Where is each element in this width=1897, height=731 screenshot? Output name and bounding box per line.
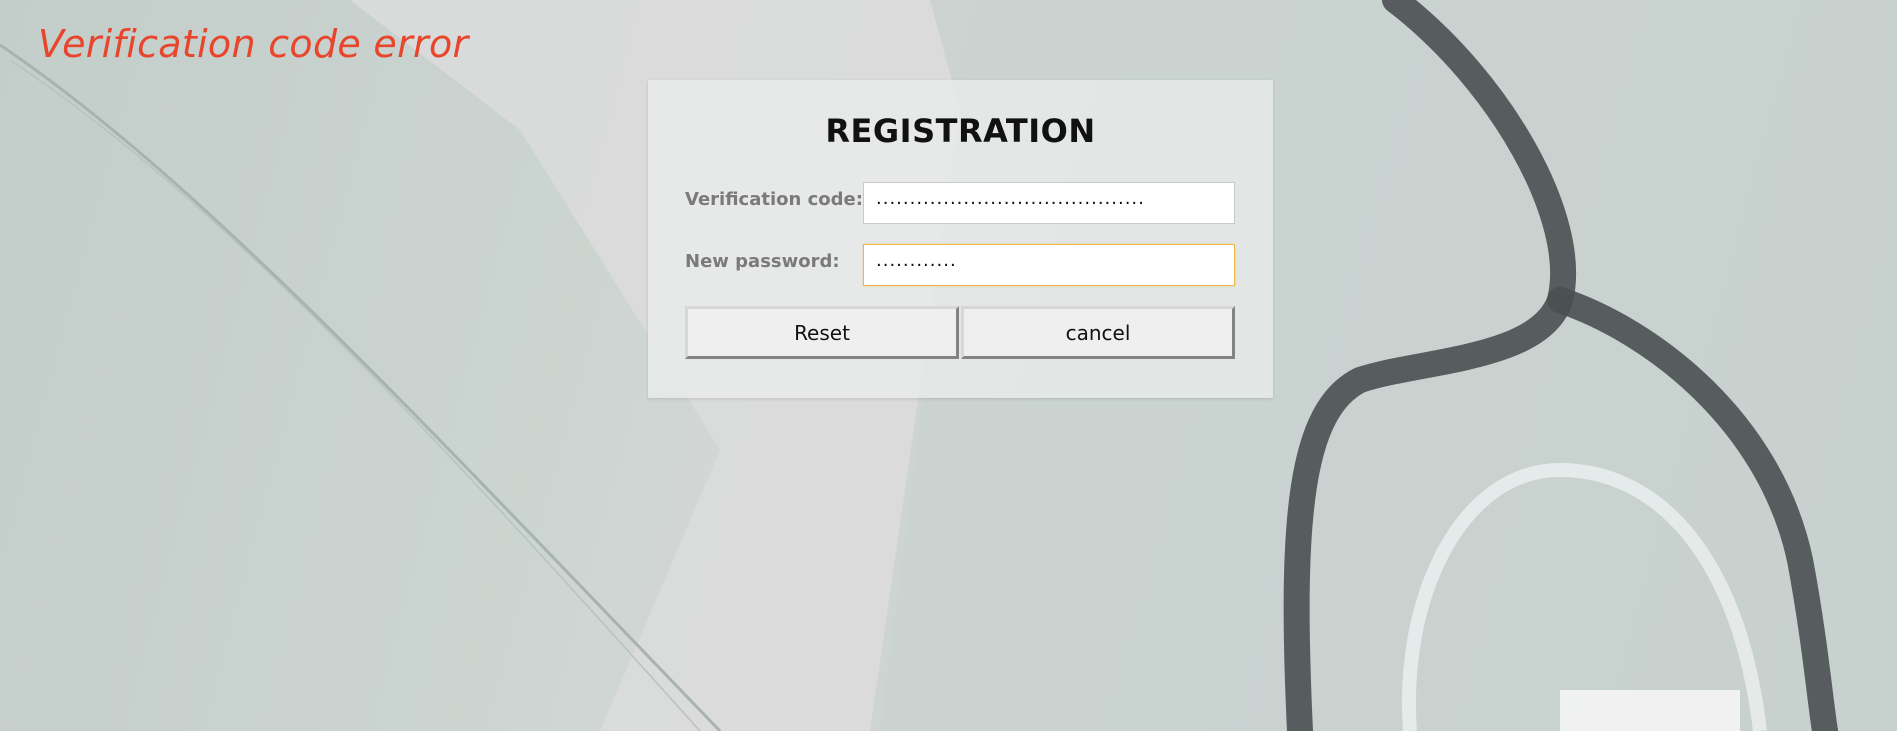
verification-code-label: Verification code: xyxy=(685,189,863,210)
new-password-input[interactable] xyxy=(863,244,1235,286)
registration-panel: REGISTRATION Verification code: New pass… xyxy=(648,80,1273,398)
error-message: Verification code error xyxy=(38,22,469,66)
verification-code-input[interactable] xyxy=(863,182,1235,224)
page: Verification code error REGISTRATION Ver… xyxy=(0,0,1897,731)
new-password-label: New password: xyxy=(685,251,840,272)
page-title: REGISTRATION xyxy=(825,112,1096,150)
cancel-button[interactable]: cancel xyxy=(961,306,1235,359)
reset-button[interactable]: Reset xyxy=(685,306,959,359)
